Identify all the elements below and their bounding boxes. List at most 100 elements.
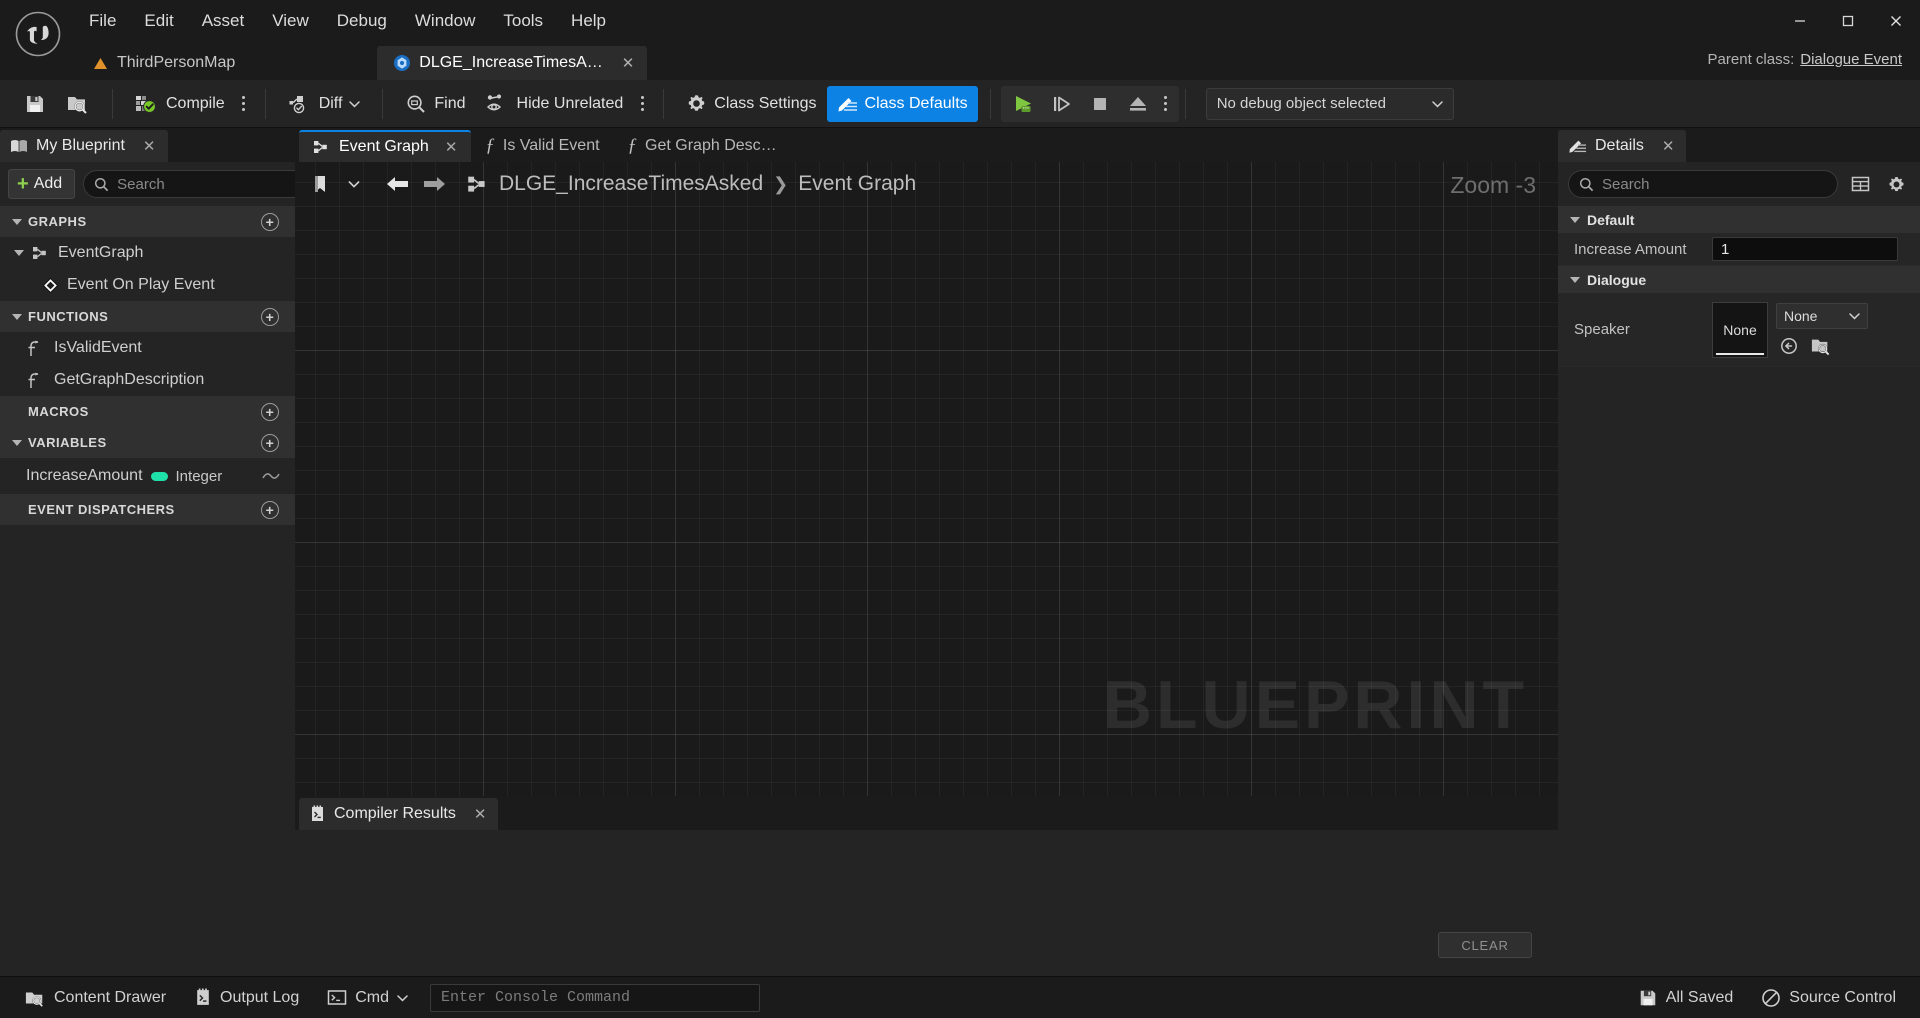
diff-button[interactable]: Diff: [278, 86, 371, 122]
unreal-engine-logo-icon[interactable]: [10, 6, 66, 62]
tab-details[interactable]: Details ✕: [1558, 130, 1687, 162]
cmd-selector-button[interactable]: Cmd: [315, 983, 420, 1013]
details-column-layout-button[interactable]: [1846, 170, 1874, 198]
category-header-dialogue[interactable]: Dialogue: [1558, 266, 1920, 293]
variable-visibility-icon[interactable]: [261, 469, 281, 483]
class-defaults-button[interactable]: Class Defaults: [826, 85, 978, 122]
event-graph-icon: [313, 139, 331, 155]
tree-item-event-on-play-event[interactable]: Event On Play Event: [0, 269, 295, 301]
add-function-icon[interactable]: +: [261, 307, 279, 326]
graph-tab-event-graph[interactable]: Event Graph ✕: [299, 130, 472, 162]
source-control-button[interactable]: Source Control: [1749, 983, 1908, 1013]
breadcrumb-asset[interactable]: DLGE_IncreaseTimesAsked: [499, 172, 763, 196]
debug-object-selector[interactable]: No debug object selected: [1205, 87, 1454, 120]
diff-icon: [288, 94, 312, 114]
close-details-tab-icon[interactable]: ✕: [1662, 137, 1675, 155]
property-label: Speaker: [1558, 293, 1706, 366]
browse-to-asset-button[interactable]: [1810, 335, 1832, 357]
menu-asset[interactable]: Asset: [189, 6, 258, 36]
asset-tab-thirdpersonmap[interactable]: ThirdPersonMap: [76, 46, 251, 80]
hide-unrelated-options-kebab[interactable]: [633, 87, 651, 121]
caret-down-icon: [12, 439, 22, 446]
speaker-thumbnail[interactable]: None: [1712, 301, 1768, 358]
bookmark-button[interactable]: [303, 168, 337, 200]
caret-down-icon: [1570, 216, 1580, 223]
output-log-button[interactable]: Output Log: [182, 983, 311, 1013]
tree-item-increaseamount[interactable]: IncreaseAmount Integer: [0, 458, 295, 494]
parent-class-link[interactable]: Dialogue Event: [1800, 51, 1902, 68]
console-command-input[interactable]: [441, 989, 749, 1006]
minimize-button[interactable]: [1776, 0, 1824, 42]
close-panel-icon[interactable]: ✕: [143, 137, 156, 155]
stop-button[interactable]: [1081, 87, 1119, 121]
details-search-input[interactable]: [1602, 175, 1827, 193]
section-header-variables[interactable]: VARIABLES +: [0, 427, 295, 458]
section-header-event-dispatchers[interactable]: EVENT DISPATCHERS +: [0, 494, 295, 525]
section-header-functions[interactable]: FUNCTIONS +: [0, 301, 295, 332]
graph-tab-is-valid-event[interactable]: ƒ Is Valid Event: [471, 130, 613, 162]
speaker-action-buttons: [1776, 335, 1868, 357]
hide-unrelated-button[interactable]: Hide Unrelated: [476, 86, 634, 122]
breadcrumb-graph[interactable]: Event Graph: [798, 172, 916, 196]
content-drawer-button[interactable]: Content Drawer: [12, 983, 178, 1013]
graph-tab-get-graph-description[interactable]: ƒ Get Graph Desc…: [614, 130, 791, 162]
find-button[interactable]: Find: [395, 86, 475, 122]
maximize-button[interactable]: [1824, 0, 1872, 42]
details-search[interactable]: [1568, 170, 1838, 198]
eject-button[interactable]: [1119, 87, 1157, 121]
play-options-kebab[interactable]: [1157, 87, 1175, 121]
bookmark-dropdown-button[interactable]: [337, 168, 371, 200]
category-header-default[interactable]: Default: [1558, 206, 1920, 233]
speaker-object-selector[interactable]: None: [1776, 302, 1868, 329]
compile-button[interactable]: Compile: [125, 86, 235, 122]
menu-window[interactable]: Window: [402, 6, 488, 36]
section-header-graphs[interactable]: GRAPHS +: [0, 206, 295, 237]
save-button[interactable]: [14, 86, 56, 122]
browse-content-button[interactable]: [56, 86, 100, 122]
tab-compiler-results[interactable]: Compiler Results ✕: [299, 798, 499, 830]
tab-my-blueprint[interactable]: My Blueprint ✕: [0, 130, 168, 162]
navigate-back-button[interactable]: [381, 168, 415, 200]
add-event-dispatcher-icon[interactable]: +: [261, 500, 279, 519]
increase-amount-input[interactable]: 1: [1712, 237, 1898, 261]
menu-help[interactable]: Help: [558, 6, 619, 36]
search-input[interactable]: [117, 175, 317, 193]
menu-file[interactable]: File: [76, 6, 129, 36]
function-icon: ƒ: [485, 135, 495, 156]
step-button[interactable]: [1043, 87, 1081, 121]
toolbar-separator: [989, 88, 991, 119]
add-label: Add: [33, 175, 63, 192]
clear-compiler-results-button[interactable]: CLEAR: [1438, 932, 1532, 958]
graph-viewport-wrapper: DLGE_IncreaseTimesAsked ❯ Event Graph Zo…: [295, 162, 1558, 976]
menu-edit[interactable]: Edit: [131, 6, 186, 36]
compiler-results-body[interactable]: CLEAR: [295, 830, 1558, 976]
caret-down-icon: [12, 218, 22, 225]
close-asset-tab-icon[interactable]: ✕: [619, 54, 638, 72]
caret-down-icon[interactable]: [14, 250, 24, 256]
console-command-box[interactable]: [430, 983, 760, 1012]
tree-item-isvalidevent[interactable]: IsValidEvent: [0, 332, 295, 364]
details-settings-button[interactable]: [1882, 170, 1910, 198]
use-selected-asset-button[interactable]: [1778, 335, 1800, 357]
add-variable-icon[interactable]: +: [261, 433, 279, 452]
menu-view[interactable]: View: [259, 6, 322, 36]
menu-debug[interactable]: Debug: [324, 6, 400, 36]
tree-item-eventgraph[interactable]: EventGraph: [0, 237, 295, 269]
add-button[interactable]: + Add: [8, 169, 76, 199]
navigate-forward-button[interactable]: [417, 168, 451, 200]
asset-tab-dlge-increasetimesasked[interactable]: DLGE_IncreaseTimesA… ✕: [377, 46, 648, 80]
my-blueprint-search[interactable]: [83, 170, 328, 198]
section-header-macros[interactable]: MACROS +: [0, 396, 295, 427]
graph-canvas[interactable]: DLGE_IncreaseTimesAsked ❯ Event Graph Zo…: [295, 162, 1558, 796]
close-window-button[interactable]: [1872, 0, 1920, 42]
all-saved-button[interactable]: All Saved: [1626, 983, 1746, 1013]
play-button[interactable]: [1005, 87, 1043, 121]
class-settings-button[interactable]: Class Settings: [676, 86, 826, 122]
add-macro-icon[interactable]: +: [261, 402, 279, 421]
close-graph-tab-icon[interactable]: ✕: [445, 138, 458, 156]
close-compiler-tab-icon[interactable]: ✕: [474, 805, 487, 823]
compile-options-kebab[interactable]: [235, 87, 253, 121]
menu-tools[interactable]: Tools: [490, 6, 556, 36]
tree-item-getgraphdescription[interactable]: GetGraphDescription: [0, 364, 295, 396]
add-graph-icon[interactable]: +: [261, 212, 279, 231]
